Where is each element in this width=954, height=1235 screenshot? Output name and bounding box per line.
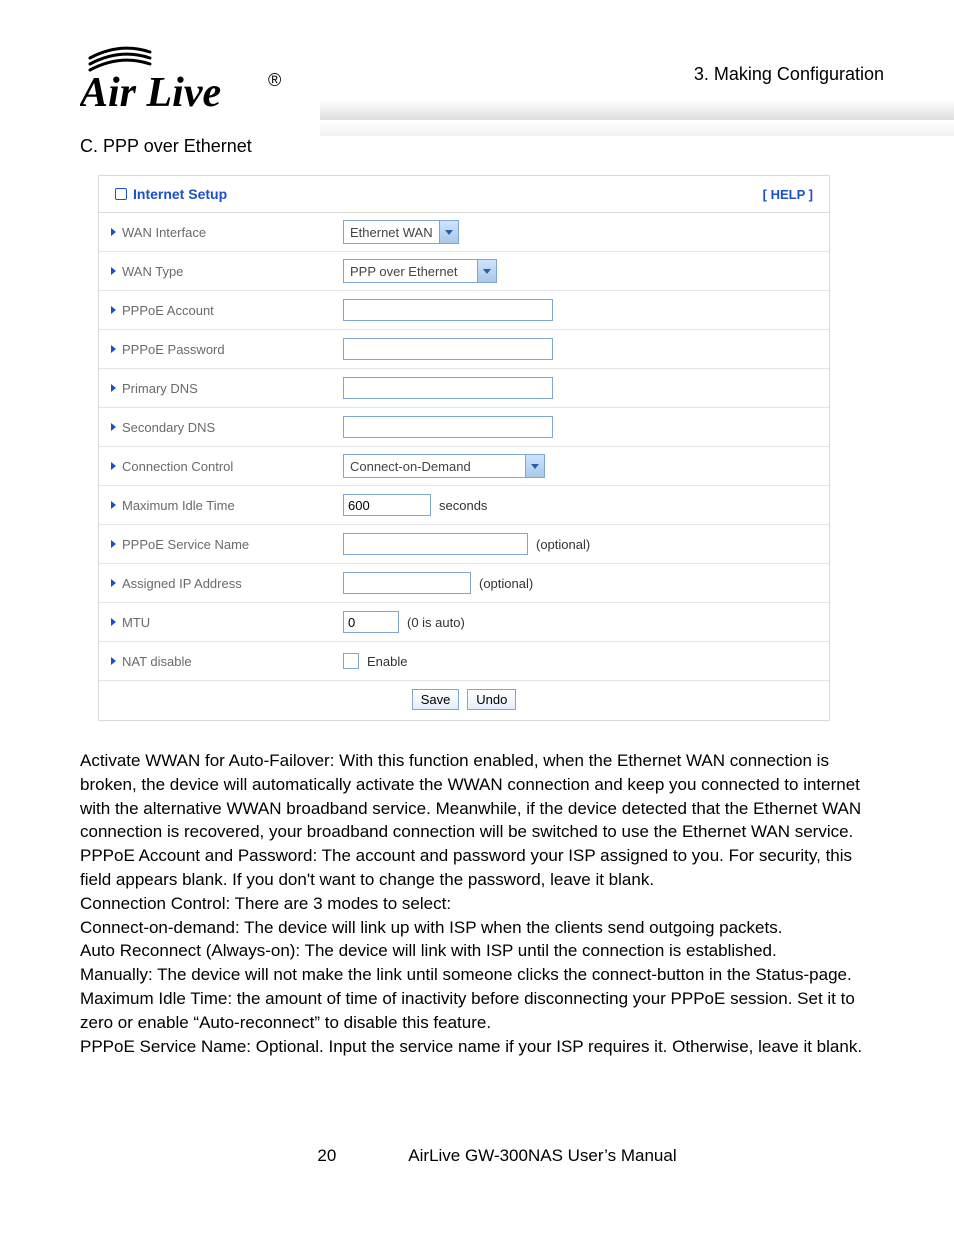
wan-interface-select[interactable]: Ethernet WAN	[343, 220, 459, 244]
service-name-hint: (optional)	[536, 537, 590, 552]
triangle-icon	[111, 384, 116, 392]
wan-interface-value: Ethernet WAN	[344, 225, 439, 240]
label-wan-interface: WAN Interface	[122, 225, 206, 240]
manual-title: AirLive GW-300NAS User’s Manual	[408, 1146, 676, 1166]
chevron-down-icon	[439, 221, 458, 243]
triangle-icon	[111, 345, 116, 353]
page-number: 20	[317, 1146, 336, 1166]
paragraph: Maximum Idle Time: the amount of time of…	[80, 987, 880, 1035]
svg-text:Air Live: Air Live	[80, 70, 221, 116]
triangle-icon	[111, 501, 116, 509]
mtu-hint: (0 is auto)	[407, 615, 465, 630]
label-mtu: MTU	[122, 615, 150, 630]
label-pppoe-password: PPPoE Password	[122, 342, 225, 357]
pppoe-password-input[interactable]	[343, 338, 553, 360]
triangle-icon	[111, 540, 116, 548]
triangle-icon	[111, 579, 116, 587]
label-wan-type: WAN Type	[122, 264, 183, 279]
max-idle-input[interactable]	[343, 494, 431, 516]
triangle-icon	[111, 657, 116, 665]
triangle-icon	[111, 228, 116, 236]
paragraph: PPPoE Account and Password: The account …	[80, 844, 880, 892]
triangle-icon	[111, 423, 116, 431]
svg-text:®: ®	[268, 70, 281, 90]
nat-disable-checkbox-label: Enable	[367, 654, 407, 669]
paragraph: PPPoE Service Name: Optional. Input the …	[80, 1035, 880, 1059]
assigned-ip-input[interactable]	[343, 572, 471, 594]
secondary-dns-input[interactable]	[343, 416, 553, 438]
service-name-input[interactable]	[343, 533, 528, 555]
paragraph: Connect-on-demand: The device will link …	[80, 916, 880, 940]
connection-control-select[interactable]: Connect-on-Demand	[343, 454, 545, 478]
label-pppoe-account: PPPoE Account	[122, 303, 214, 318]
airlive-logo: Air Live ®	[80, 40, 300, 118]
label-nat-disable: NAT disable	[122, 654, 192, 669]
chevron-down-icon	[477, 260, 496, 282]
max-idle-suffix: seconds	[439, 498, 487, 513]
wan-type-value: PPP over Ethernet	[344, 264, 463, 279]
paragraph: Manually: The device will not make the l…	[80, 963, 880, 987]
label-primary-dns: Primary DNS	[122, 381, 198, 396]
mtu-input[interactable]	[343, 611, 399, 633]
note-icon	[115, 188, 127, 200]
panel-title-text: Internet Setup	[133, 186, 227, 202]
chevron-down-icon	[525, 455, 544, 477]
triangle-icon	[111, 618, 116, 626]
save-button[interactable]: Save	[412, 689, 460, 710]
section-title: C. PPP over Ethernet	[80, 136, 914, 157]
triangle-icon	[111, 306, 116, 314]
description-text: Activate WWAN for Auto-Failover: With th…	[80, 749, 880, 1058]
undo-button[interactable]: Undo	[467, 689, 516, 710]
label-max-idle: Maximum Idle Time	[122, 498, 235, 513]
paragraph: Connection Control: There are 3 modes to…	[80, 892, 880, 916]
decorative-gradient	[320, 100, 954, 136]
triangle-icon	[111, 462, 116, 470]
label-secondary-dns: Secondary DNS	[122, 420, 215, 435]
primary-dns-input[interactable]	[343, 377, 553, 399]
label-connection-control: Connection Control	[122, 459, 233, 474]
triangle-icon	[111, 267, 116, 275]
connection-control-value: Connect-on-Demand	[344, 459, 477, 474]
panel-title: Internet Setup	[115, 186, 227, 202]
wan-type-select[interactable]: PPP over Ethernet	[343, 259, 497, 283]
help-link[interactable]: [ HELP ]	[763, 187, 813, 202]
pppoe-account-input[interactable]	[343, 299, 553, 321]
label-service-name: PPPoE Service Name	[122, 537, 249, 552]
assigned-ip-hint: (optional)	[479, 576, 533, 591]
internet-setup-panel: Internet Setup [ HELP ] WAN Interface Et…	[98, 175, 830, 721]
breadcrumb: 3. Making Configuration	[694, 64, 884, 85]
nat-disable-checkbox[interactable]	[343, 653, 359, 669]
paragraph: Activate WWAN for Auto-Failover: With th…	[80, 749, 880, 844]
label-assigned-ip: Assigned IP Address	[122, 576, 242, 591]
paragraph: Auto Reconnect (Always-on): The device w…	[80, 939, 880, 963]
